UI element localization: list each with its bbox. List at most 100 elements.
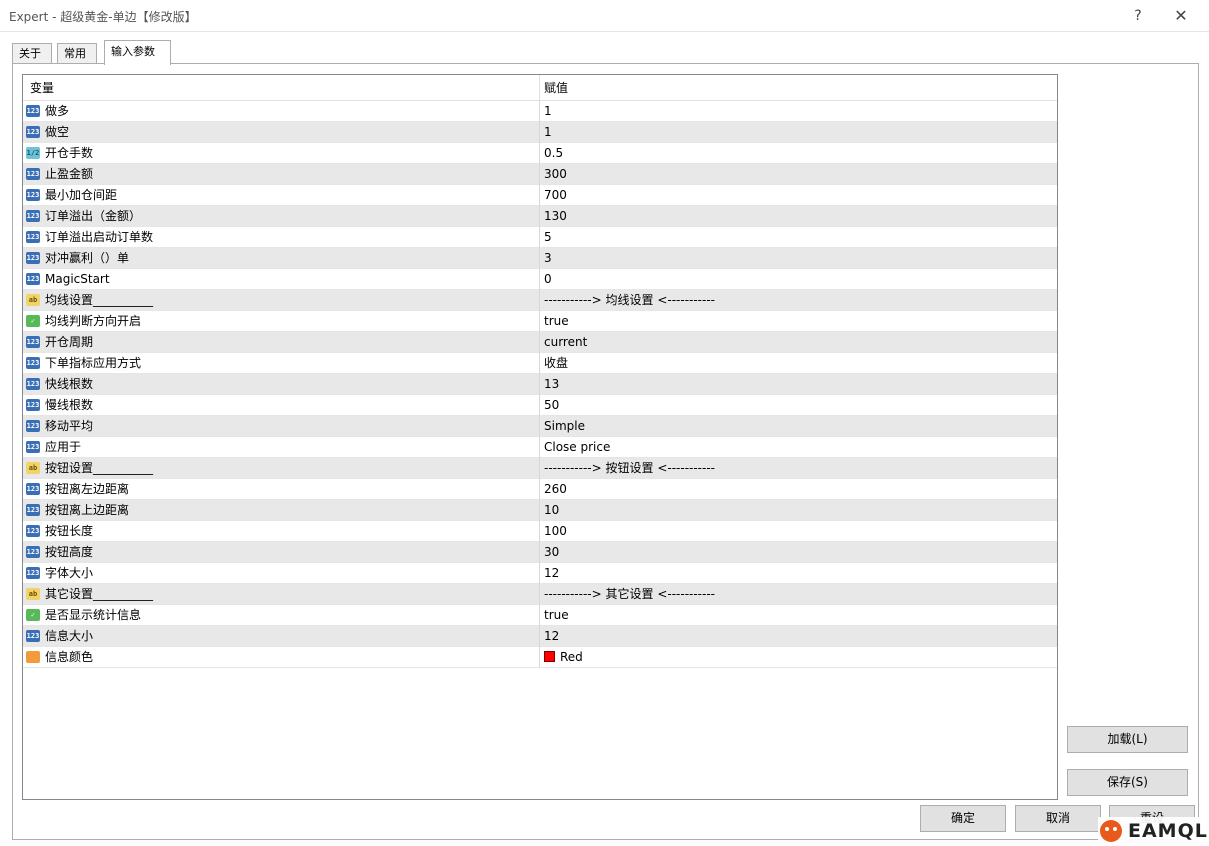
string-icon: ab [26, 588, 40, 600]
table-row[interactable]: ✓ 是否显示统计信息 true [23, 605, 1057, 626]
table-row[interactable]: 123 对冲赢利（）单 3 [23, 248, 1057, 269]
parameter-name: 订单溢出启动订单数 [45, 230, 154, 244]
table-row[interactable]: 123 快线根数 13 [23, 374, 1057, 395]
table-row[interactable]: 1/2 开仓手数 0.5 [23, 143, 1057, 164]
parameter-value[interactable]: Close price [544, 437, 610, 458]
double-icon: 1/2 [26, 147, 40, 159]
parameter-value[interactable]: 30 [544, 542, 559, 563]
parameter-value[interactable]: 0 [544, 269, 552, 290]
parameter-name: 按钮长度 [45, 524, 94, 538]
close-icon[interactable]: ✕ [1170, 5, 1192, 27]
bool-icon: ✓ [26, 609, 40, 621]
string-icon: ab [26, 294, 40, 306]
column-header-variable[interactable]: 变量 [30, 75, 54, 101]
parameter-value[interactable]: Red [544, 647, 583, 668]
parameter-name: 按钮高度 [45, 545, 94, 559]
table-row[interactable]: 123 移动平均 Simple [23, 416, 1057, 437]
parameter-value[interactable]: -----------> 均线设置 <----------- [544, 290, 715, 311]
parameter-value[interactable]: 260 [544, 479, 567, 500]
parameter-value[interactable]: -----------> 其它设置 <----------- [544, 584, 715, 605]
parameter-name: 是否显示统计信息 [45, 608, 142, 622]
parameter-name: 其它设置__________ [45, 587, 154, 601]
int-icon: 123 [26, 525, 40, 537]
column-divider[interactable] [539, 75, 540, 101]
table-row[interactable]: 123 开仓周期 current [23, 332, 1057, 353]
parameter-name: 做空 [45, 125, 70, 139]
grid-rows: 123 做多 1 123 做空 1 1/2 开仓手数 0.5 123 止盈金额 300 123 最小加仓间… [23, 101, 1057, 668]
parameter-value[interactable]: 12 [544, 626, 559, 647]
parameter-value[interactable]: 300 [544, 164, 567, 185]
table-row[interactable]: 123 按钮长度 100 [23, 521, 1057, 542]
parameter-name: 快线根数 [45, 377, 94, 391]
table-row[interactable]: ab 均线设置__________ -----------> 均线设置 <-----… [23, 290, 1057, 311]
table-row[interactable]: 123 止盈金额 300 [23, 164, 1057, 185]
parameter-value[interactable]: 0.5 [544, 143, 563, 164]
parameter-value[interactable]: 3 [544, 248, 552, 269]
int-icon: 123 [26, 630, 40, 642]
parameter-value[interactable]: Simple [544, 416, 585, 437]
parameter-value[interactable]: 13 [544, 374, 559, 395]
table-row[interactable]: 123 MagicStart 0 [23, 269, 1057, 290]
parameters-grid[interactable]: 变量 赋值 123 做多 1 123 做空 1 1/2 开仓手数 0.5 123 止盈金额 300 12… [22, 74, 1058, 800]
table-row[interactable]: 123 按钮高度 30 [23, 542, 1057, 563]
table-row[interactable]: 123 订单溢出启动订单数 5 [23, 227, 1057, 248]
tab-common[interactable]: 常用 [57, 43, 97, 64]
parameter-value[interactable]: 700 [544, 185, 567, 206]
parameter-value[interactable]: true [544, 311, 569, 332]
color-icon [26, 651, 40, 663]
table-row[interactable]: ab 按钮设置__________ -----------> 按钮设置 <-----… [23, 458, 1057, 479]
table-row[interactable]: 123 最小加仓间距 700 [23, 185, 1057, 206]
parameter-value[interactable]: 100 [544, 521, 567, 542]
parameter-value[interactable]: true [544, 605, 569, 626]
parameter-name: 开仓周期 [45, 335, 94, 349]
table-row[interactable]: 123 信息大小 12 [23, 626, 1057, 647]
tab-about[interactable]: 关于 [12, 43, 52, 64]
table-row[interactable]: 信息颜色 Red [23, 647, 1057, 668]
parameter-value[interactable]: 10 [544, 500, 559, 521]
parameter-value[interactable]: 50 [544, 395, 559, 416]
parameter-value[interactable]: 5 [544, 227, 552, 248]
grid-header: 变量 赋值 [23, 75, 1057, 101]
load-button[interactable]: 加载(L) [1067, 726, 1188, 753]
column-divider [539, 311, 540, 332]
parameter-value[interactable]: 1 [544, 122, 552, 143]
parameter-value[interactable]: -----------> 按钮设置 <----------- [544, 458, 715, 479]
table-row[interactable]: 123 字体大小 12 [23, 563, 1057, 584]
tab-inputs[interactable]: 输入参数 [104, 40, 171, 65]
parameter-value[interactable]: 12 [544, 563, 559, 584]
ok-button[interactable]: 确定 [920, 805, 1006, 832]
parameter-value[interactable]: current [544, 332, 587, 353]
parameter-name: 按钮设置__________ [45, 461, 154, 475]
column-divider [539, 290, 540, 311]
table-row[interactable]: ab 其它设置__________ -----------> 其它设置 <-----… [23, 584, 1057, 605]
table-row[interactable]: 123 做空 1 [23, 122, 1057, 143]
int-icon: 123 [26, 273, 40, 285]
column-divider [539, 248, 540, 269]
table-row[interactable]: ✓ 均线判断方向开启 true [23, 311, 1057, 332]
table-row[interactable]: 123 订单溢出（金额） 130 [23, 206, 1057, 227]
table-row[interactable]: 123 按钮离左边距离 260 [23, 479, 1057, 500]
cancel-button[interactable]: 取消 [1015, 805, 1101, 832]
column-divider [539, 626, 540, 647]
table-row[interactable]: 123 做多 1 [23, 101, 1057, 122]
enum-icon: 123 [26, 441, 40, 453]
parameter-value[interactable]: 收盘 [544, 353, 568, 374]
column-header-value[interactable]: 赋值 [544, 75, 568, 101]
table-row[interactable]: 123 慢线根数 50 [23, 395, 1057, 416]
save-button[interactable]: 保存(S) [1067, 769, 1188, 796]
table-row[interactable]: 123 按钮离上边距离 10 [23, 500, 1057, 521]
column-divider [539, 584, 540, 605]
table-row[interactable]: 123 下单指标应用方式 收盘 [23, 353, 1057, 374]
parameter-name: 按钮离左边距离 [45, 482, 130, 496]
int-icon: 123 [26, 504, 40, 516]
help-icon[interactable]: ? [1127, 5, 1149, 27]
parameter-name: MagicStart [45, 272, 110, 286]
color-swatch [544, 651, 555, 662]
column-divider [539, 542, 540, 563]
watermark-text: EAMQL [1128, 820, 1208, 842]
parameter-name: 信息颜色 [45, 650, 94, 664]
table-row[interactable]: 123 应用于 Close price [23, 437, 1057, 458]
parameter-name: 均线判断方向开启 [45, 314, 142, 328]
parameter-value[interactable]: 1 [544, 101, 552, 122]
parameter-value[interactable]: 130 [544, 206, 567, 227]
